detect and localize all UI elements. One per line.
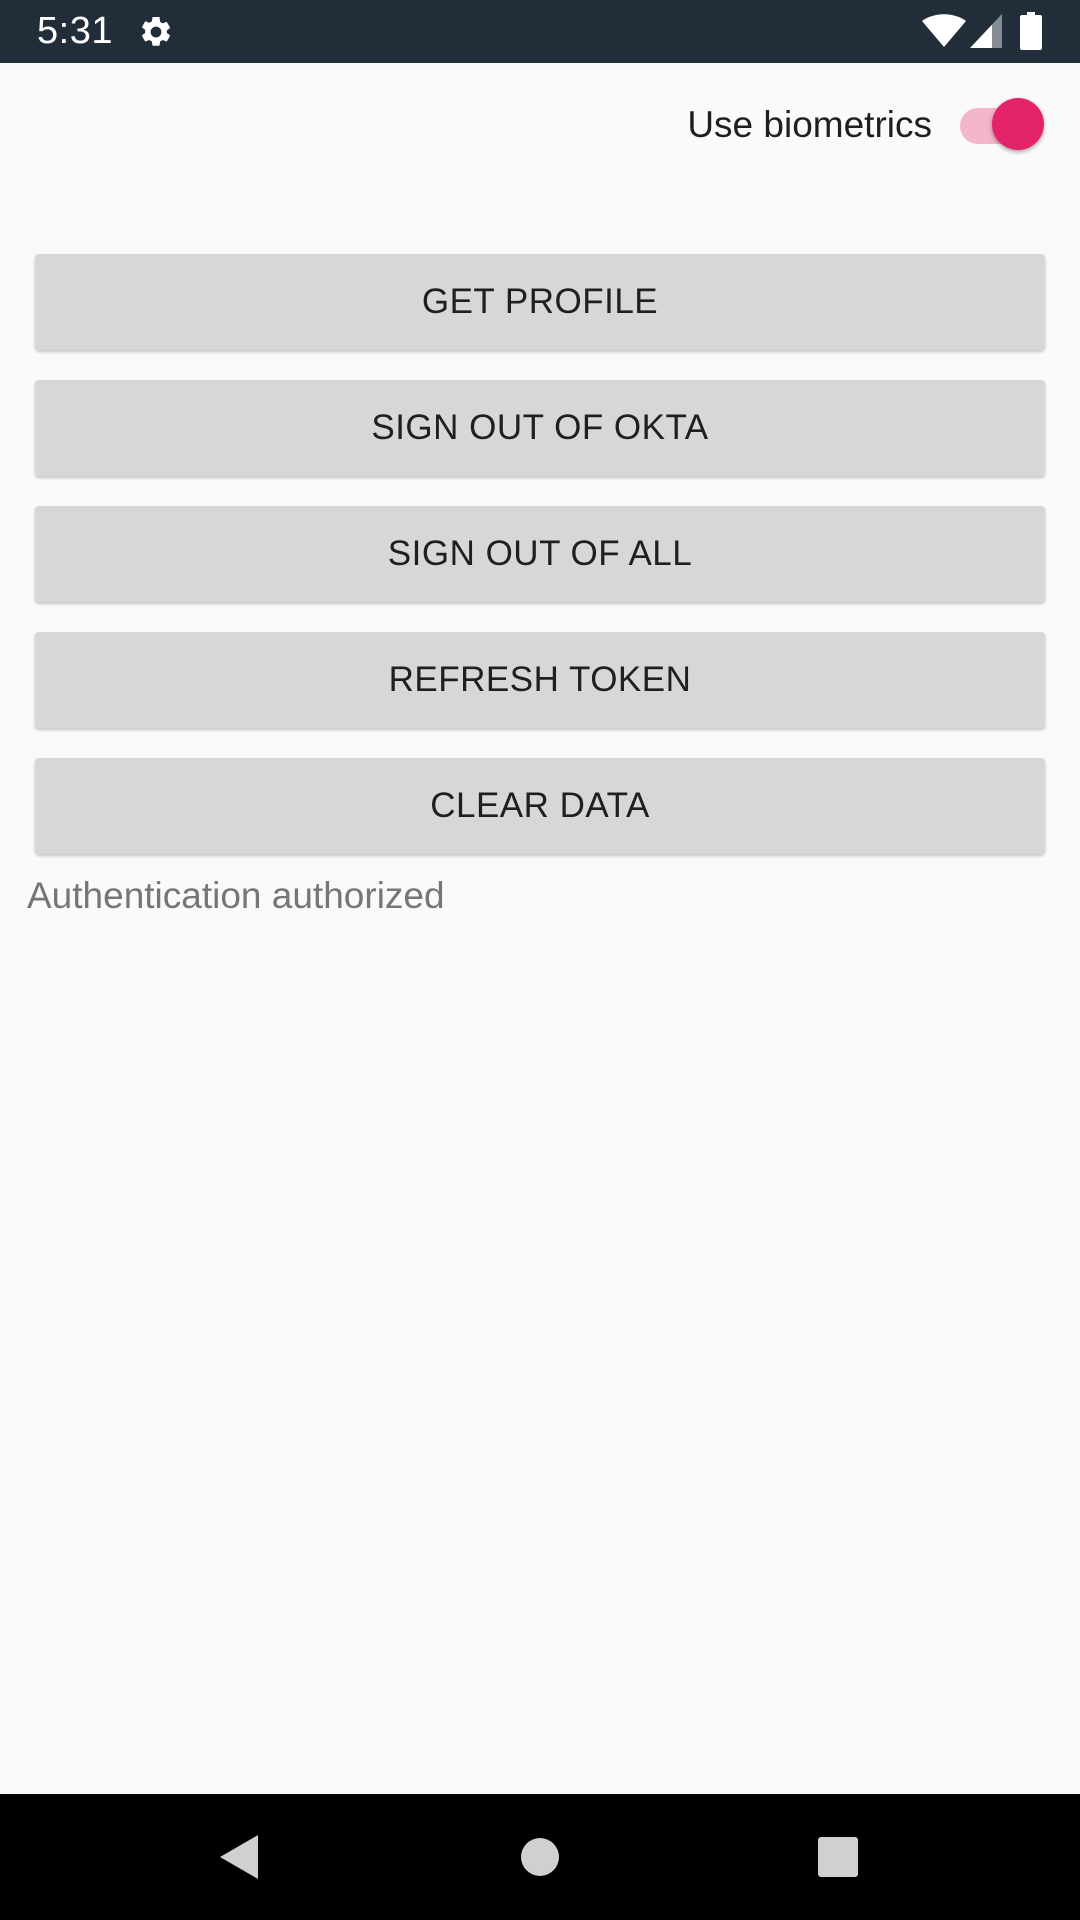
status-bar: 5:31: [0, 0, 1080, 63]
biometrics-label: Use biometrics: [687, 104, 932, 145]
recents-button[interactable]: [783, 1794, 893, 1920]
home-icon: [521, 1838, 559, 1876]
wifi-icon: [922, 14, 966, 47]
status-time: 5:31: [37, 10, 113, 52]
battery-icon: [1020, 12, 1042, 50]
status-message: Authentication authorized: [27, 875, 445, 916]
sign-out-okta-button[interactable]: SIGN OUT OF OKTA: [35, 380, 1045, 476]
back-button[interactable]: [184, 1794, 294, 1920]
toggle-thumb: [992, 98, 1044, 150]
home-button[interactable]: [485, 1794, 595, 1920]
status-icons: [900, 0, 1080, 63]
recents-icon: [818, 1837, 858, 1877]
sign-out-all-button[interactable]: SIGN OUT OF ALL: [35, 506, 1045, 602]
navigation-bar: [0, 1794, 1080, 1920]
cellular-signal-icon: [970, 14, 1002, 48]
get-profile-button[interactable]: GET PROFILE: [35, 254, 1045, 350]
settings-gear-icon: [141, 16, 171, 46]
back-icon: [220, 1835, 258, 1879]
refresh-token-button[interactable]: REFRESH TOKEN: [35, 632, 1045, 728]
clear-data-button[interactable]: CLEAR DATA: [35, 758, 1045, 854]
biometrics-toggle[interactable]: [960, 98, 1046, 154]
